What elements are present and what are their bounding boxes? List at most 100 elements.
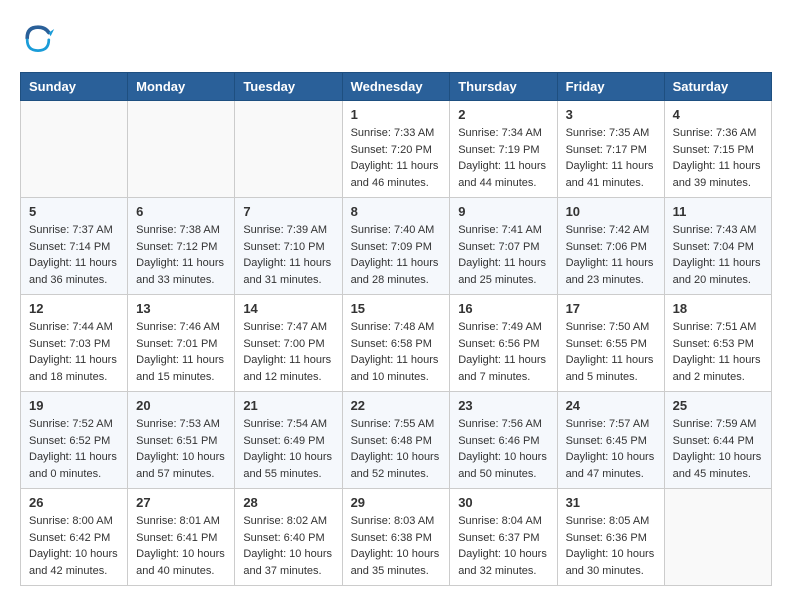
- calendar-cell: 23 Sunrise: 7:56 AMSunset: 6:46 PMDayligh…: [450, 392, 557, 489]
- day-number: 23: [458, 398, 548, 413]
- sun-info: Sunrise: 7:56 AMSunset: 6:46 PMDaylight:…: [458, 416, 548, 482]
- day-header-thursday: Thursday: [450, 73, 557, 101]
- calendar-table: SundayMondayTuesdayWednesdayThursdayFrid…: [20, 72, 772, 586]
- day-number: 21: [243, 398, 333, 413]
- calendar-week-1: 1Sunrise: 7:33 AMSunset: 7:20 PMDaylight…: [21, 101, 772, 198]
- day-number: 30: [458, 495, 548, 510]
- calendar-header-row: SundayMondayTuesdayWednesdayThursdayFrid…: [21, 73, 772, 101]
- day-number: 7: [243, 204, 333, 219]
- day-number: 12: [29, 301, 119, 316]
- sun-info: Sunrise: 8:04 AMSunset: 6:37 PMDaylight:…: [458, 513, 548, 579]
- calendar-cell: 12 Sunrise: 7:44 AMSunset: 7:03 PMDayligh…: [21, 295, 128, 392]
- sun-info: Sunrise: 7:36 AMSunset: 7:15 PMDaylight:…: [673, 125, 763, 191]
- calendar-cell: 3 Sunrise: 7:35 AMSunset: 7:17 PMDaylight…: [557, 101, 664, 198]
- day-number: 20: [136, 398, 226, 413]
- day-number: 4: [673, 107, 763, 122]
- calendar-cell: 16Sunrise: 7:49 AMSunset: 6:56 PMDayligh…: [450, 295, 557, 392]
- day-number: 22: [351, 398, 442, 413]
- day-header-tuesday: Tuesday: [235, 73, 342, 101]
- calendar-cell: 30 Sunrise: 8:04 AMSunset: 6:37 PMDayligh…: [450, 489, 557, 586]
- sun-info: Sunrise: 7:59 AMSunset: 6:44 PMDaylight:…: [673, 416, 763, 482]
- calendar-cell: 9 Sunrise: 7:41 AMSunset: 7:07 PMDaylight…: [450, 198, 557, 295]
- day-number: 11: [673, 204, 763, 219]
- sun-info: Sunrise: 7:47 AMSunset: 7:00 PMDaylight:…: [243, 319, 333, 385]
- calendar-cell: 10Sunrise: 7:42 AMSunset: 7:06 PMDayligh…: [557, 198, 664, 295]
- day-number: 6: [136, 204, 226, 219]
- day-number: 1: [351, 107, 442, 122]
- sun-info: Sunrise: 7:55 AMSunset: 6:48 PMDaylight:…: [351, 416, 442, 482]
- day-number: 5: [29, 204, 119, 219]
- day-header-wednesday: Wednesday: [342, 73, 450, 101]
- calendar-week-4: 19Sunrise: 7:52 AMSunset: 6:52 PMDayligh…: [21, 392, 772, 489]
- calendar-cell: 17 Sunrise: 7:50 AMSunset: 6:55 PMDayligh…: [557, 295, 664, 392]
- sun-info: Sunrise: 8:02 AMSunset: 6:40 PMDaylight:…: [243, 513, 333, 579]
- day-number: 31: [566, 495, 656, 510]
- day-number: 10: [566, 204, 656, 219]
- day-header-monday: Monday: [128, 73, 235, 101]
- calendar-cell: 25 Sunrise: 7:59 AMSunset: 6:44 PMDayligh…: [664, 392, 771, 489]
- logo: [20, 20, 62, 56]
- calendar-cell: 7 Sunrise: 7:39 AMSunset: 7:10 PMDaylight…: [235, 198, 342, 295]
- sun-info: Sunrise: 7:43 AMSunset: 7:04 PMDaylight:…: [673, 222, 763, 288]
- calendar-cell: [664, 489, 771, 586]
- sun-info: Sunrise: 7:38 AMSunset: 7:12 PMDaylight:…: [136, 222, 226, 288]
- sun-info: Sunrise: 7:46 AMSunset: 7:01 PMDaylight:…: [136, 319, 226, 385]
- sun-info: Sunrise: 7:35 AMSunset: 7:17 PMDaylight:…: [566, 125, 656, 191]
- day-number: 3: [566, 107, 656, 122]
- sun-info: Sunrise: 7:34 AMSunset: 7:19 PMDaylight:…: [458, 125, 548, 191]
- calendar-cell: 8Sunrise: 7:40 AMSunset: 7:09 PMDaylight…: [342, 198, 450, 295]
- calendar-week-2: 5 Sunrise: 7:37 AMSunset: 7:14 PMDaylight…: [21, 198, 772, 295]
- calendar-week-5: 26Sunrise: 8:00 AMSunset: 6:42 PMDayligh…: [21, 489, 772, 586]
- calendar-cell: [235, 101, 342, 198]
- calendar-cell: [21, 101, 128, 198]
- calendar-cell: 6 Sunrise: 7:38 AMSunset: 7:12 PMDaylight…: [128, 198, 235, 295]
- calendar-cell: 2Sunrise: 7:34 AMSunset: 7:19 PMDaylight…: [450, 101, 557, 198]
- sun-info: Sunrise: 8:03 AMSunset: 6:38 PMDaylight:…: [351, 513, 442, 579]
- sun-info: Sunrise: 7:44 AMSunset: 7:03 PMDaylight:…: [29, 319, 119, 385]
- calendar-cell: 15Sunrise: 7:48 AMSunset: 6:58 PMDayligh…: [342, 295, 450, 392]
- calendar-cell: 13 Sunrise: 7:46 AMSunset: 7:01 PMDayligh…: [128, 295, 235, 392]
- day-number: 29: [351, 495, 442, 510]
- calendar-cell: 4 Sunrise: 7:36 AMSunset: 7:15 PMDaylight…: [664, 101, 771, 198]
- day-number: 15: [351, 301, 442, 316]
- calendar-cell: 26Sunrise: 8:00 AMSunset: 6:42 PMDayligh…: [21, 489, 128, 586]
- sun-info: Sunrise: 7:37 AMSunset: 7:14 PMDaylight:…: [29, 222, 119, 288]
- day-number: 27: [136, 495, 226, 510]
- day-number: 28: [243, 495, 333, 510]
- day-header-sunday: Sunday: [21, 73, 128, 101]
- calendar-week-3: 12 Sunrise: 7:44 AMSunset: 7:03 PMDayligh…: [21, 295, 772, 392]
- calendar-cell: 18 Sunrise: 7:51 AMSunset: 6:53 PMDayligh…: [664, 295, 771, 392]
- calendar-cell: 27 Sunrise: 8:01 AMSunset: 6:41 PMDayligh…: [128, 489, 235, 586]
- day-number: 14: [243, 301, 333, 316]
- sun-info: Sunrise: 7:40 AMSunset: 7:09 PMDaylight:…: [351, 222, 442, 288]
- sun-info: Sunrise: 7:57 AMSunset: 6:45 PMDaylight:…: [566, 416, 656, 482]
- calendar-cell: 21 Sunrise: 7:54 AMSunset: 6:49 PMDayligh…: [235, 392, 342, 489]
- calendar-cell: [128, 101, 235, 198]
- day-number: 9: [458, 204, 548, 219]
- day-number: 24: [566, 398, 656, 413]
- calendar-cell: 19Sunrise: 7:52 AMSunset: 6:52 PMDayligh…: [21, 392, 128, 489]
- calendar-cell: 31Sunrise: 8:05 AMSunset: 6:36 PMDayligh…: [557, 489, 664, 586]
- calendar-cell: 1Sunrise: 7:33 AMSunset: 7:20 PMDaylight…: [342, 101, 450, 198]
- day-number: 19: [29, 398, 119, 413]
- day-number: 25: [673, 398, 763, 413]
- calendar-cell: 24 Sunrise: 7:57 AMSunset: 6:45 PMDayligh…: [557, 392, 664, 489]
- sun-info: Sunrise: 7:39 AMSunset: 7:10 PMDaylight:…: [243, 222, 333, 288]
- calendar-cell: 20Sunrise: 7:53 AMSunset: 6:51 PMDayligh…: [128, 392, 235, 489]
- day-header-friday: Friday: [557, 73, 664, 101]
- calendar-cell: 22 Sunrise: 7:55 AMSunset: 6:48 PMDayligh…: [342, 392, 450, 489]
- day-number: 26: [29, 495, 119, 510]
- calendar-cell: 11 Sunrise: 7:43 AMSunset: 7:04 PMDayligh…: [664, 198, 771, 295]
- sun-info: Sunrise: 7:54 AMSunset: 6:49 PMDaylight:…: [243, 416, 333, 482]
- day-header-saturday: Saturday: [664, 73, 771, 101]
- day-number: 17: [566, 301, 656, 316]
- day-number: 13: [136, 301, 226, 316]
- day-number: 18: [673, 301, 763, 316]
- sun-info: Sunrise: 8:01 AMSunset: 6:41 PMDaylight:…: [136, 513, 226, 579]
- calendar-cell: 28 Sunrise: 8:02 AMSunset: 6:40 PMDayligh…: [235, 489, 342, 586]
- sun-info: Sunrise: 7:49 AMSunset: 6:56 PMDaylight:…: [458, 319, 548, 385]
- sun-info: Sunrise: 7:51 AMSunset: 6:53 PMDaylight:…: [673, 319, 763, 385]
- sun-info: Sunrise: 7:41 AMSunset: 7:07 PMDaylight:…: [458, 222, 548, 288]
- calendar-cell: 14 Sunrise: 7:47 AMSunset: 7:00 PMDayligh…: [235, 295, 342, 392]
- sun-info: Sunrise: 7:50 AMSunset: 6:55 PMDaylight:…: [566, 319, 656, 385]
